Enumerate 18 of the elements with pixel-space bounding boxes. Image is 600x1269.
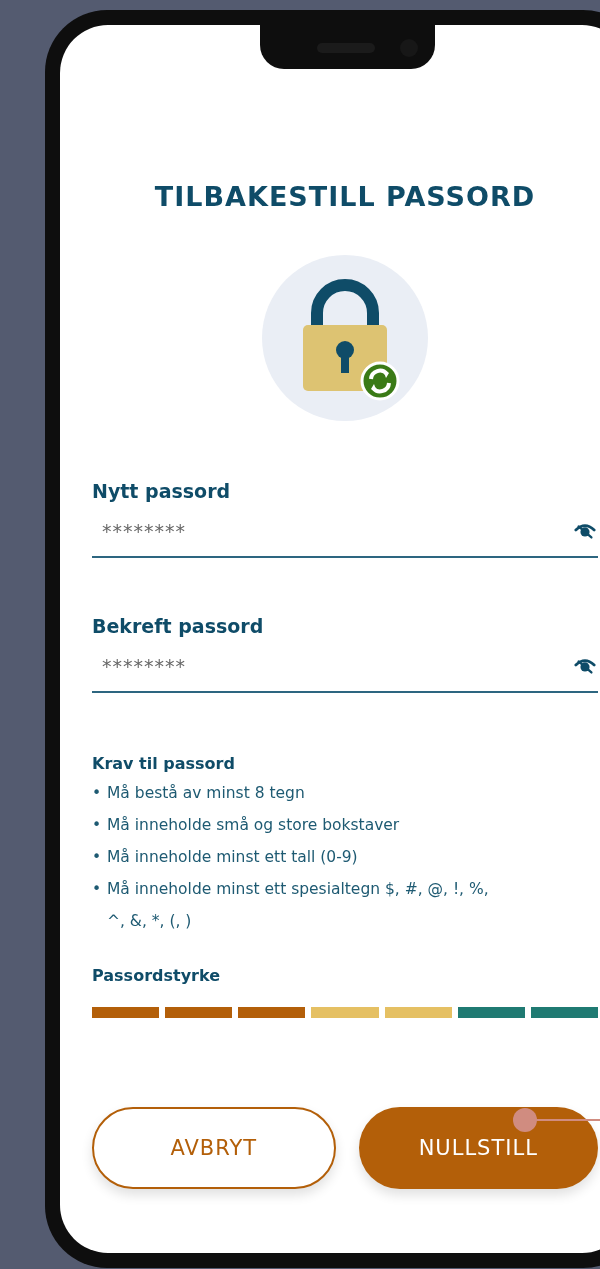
strength-label: Passordstyrke bbox=[92, 965, 222, 987]
bullet: • bbox=[92, 879, 103, 900]
bullet: • bbox=[92, 815, 103, 836]
requirement-text: Må inneholde minst ett spesialtegn $, #, @, !, %, ^, &, *, (, ) bbox=[107, 879, 490, 932]
password-field[interactable]: ******** bbox=[92, 641, 598, 693]
bullet: • bbox=[92, 783, 103, 804]
requirement-text: Må inneholde minst ett tall (0-9) bbox=[107, 847, 358, 868]
password-field[interactable]: ******** bbox=[92, 506, 598, 558]
field-label: Bekreft passord bbox=[92, 614, 265, 639]
padlock-refresh-icon bbox=[262, 255, 428, 421]
field-label: Nytt passord bbox=[92, 479, 232, 504]
requirements-heading: Krav til passord bbox=[92, 753, 236, 775]
reset-button[interactable]: NULLSTILL bbox=[358, 1107, 598, 1189]
requirement-text: Må inneholde små og store bokstaver bbox=[107, 815, 400, 836]
cancel-button[interactable]: AVBRYT bbox=[92, 1107, 336, 1189]
requirement-text: Må bestå av minst 8 tegn bbox=[107, 783, 305, 804]
page-title: TILBAKESTILL PASSORD bbox=[153, 180, 537, 214]
bullet: • bbox=[92, 847, 103, 868]
